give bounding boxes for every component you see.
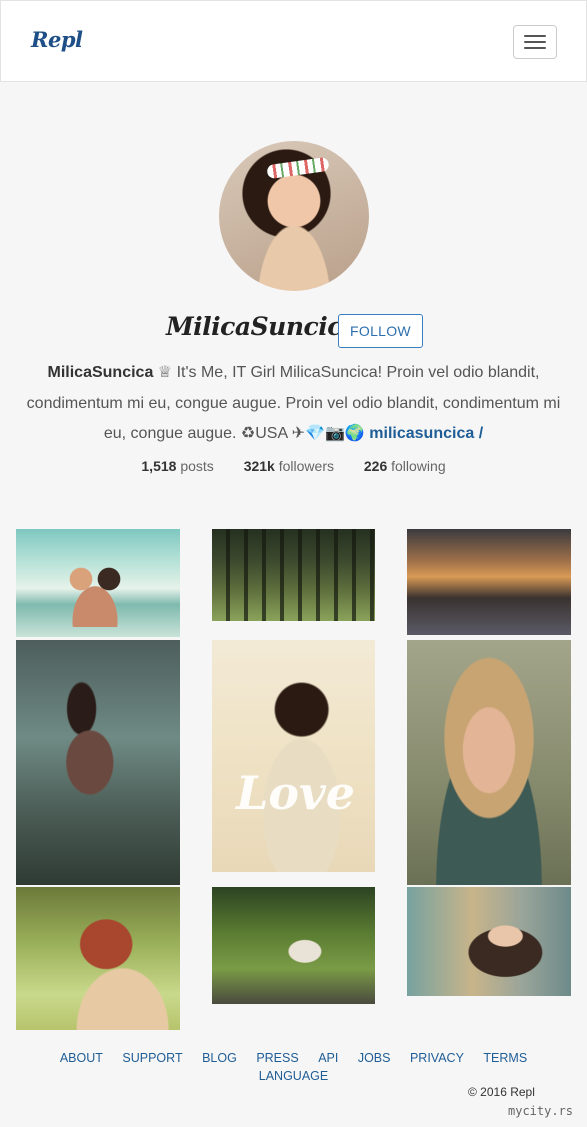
gallery-photo[interactable]: [212, 529, 375, 621]
follow-button[interactable]: FOLLOW: [338, 314, 423, 348]
gallery-photo[interactable]: [16, 887, 180, 1030]
gallery-photo[interactable]: [16, 640, 180, 885]
gallery-photo[interactable]: [407, 529, 571, 635]
stat-followers[interactable]: 321k followers: [244, 458, 334, 474]
following-count: 226: [363, 458, 388, 474]
hamburger-icon-bar: [524, 47, 546, 49]
followers-label: followers: [278, 458, 334, 474]
posts-count: 1,518: [141, 458, 177, 474]
footer-link-blog[interactable]: BLOG: [202, 1049, 237, 1067]
bio-link[interactable]: milicasuncica /: [369, 425, 483, 442]
copyright: © 2016 Repl: [468, 1085, 535, 1099]
profile-avatar: [219, 141, 369, 291]
footer-link-api[interactable]: API: [318, 1049, 338, 1067]
posts-label: posts: [180, 458, 214, 474]
footer-link-jobs[interactable]: JOBS: [358, 1049, 391, 1067]
footer-link-terms[interactable]: TERMS: [483, 1049, 527, 1067]
profile-bio: MilicaSuncica ♕ It's Me, IT Girl MilicaS…: [18, 358, 569, 450]
gallery-photo[interactable]: [407, 640, 571, 885]
following-label: following: [391, 458, 446, 474]
footer-link-support[interactable]: SUPPORT: [122, 1049, 182, 1067]
menu-toggle-button[interactable]: [513, 25, 557, 59]
footer-link-press[interactable]: PRESS: [256, 1049, 298, 1067]
gallery-photo[interactable]: [407, 887, 571, 996]
headband-graphic: [266, 156, 330, 180]
hamburger-icon-bar: [524, 35, 546, 37]
photo-overlay-text: Love: [236, 766, 356, 820]
profile-username: MilicaSuncica: [166, 312, 358, 341]
footer-link-privacy[interactable]: PRIVACY: [410, 1049, 464, 1067]
brand-logo[interactable]: Repl: [31, 27, 83, 52]
hamburger-icon-bar: [524, 41, 546, 43]
navbar: Repl: [0, 0, 587, 82]
followers-count: 321k: [243, 458, 275, 474]
footer-link-language[interactable]: LANGUAGE: [259, 1067, 328, 1085]
gallery-photo[interactable]: [212, 887, 375, 1004]
watermark: mycity.rs: [508, 1104, 574, 1118]
bio-name: MilicaSuncica: [47, 364, 154, 381]
stat-following[interactable]: 226 following: [364, 458, 446, 474]
footer-links: ABOUT SUPPORT BLOG PRESS API JOBS PRIVAC…: [40, 1049, 547, 1085]
stat-posts: 1,518 posts: [141, 458, 213, 474]
gallery-photo[interactable]: Love: [212, 640, 375, 872]
gallery-photo[interactable]: [16, 529, 180, 637]
footer-link-about[interactable]: ABOUT: [60, 1049, 103, 1067]
profile-stats: 1,518 posts 321k followers 226 following: [0, 458, 587, 474]
